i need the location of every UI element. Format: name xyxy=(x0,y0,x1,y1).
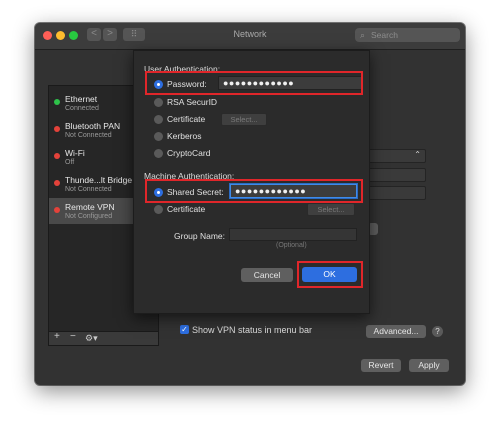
cancel-button[interactable]: Cancel xyxy=(241,268,293,282)
server-address-field[interactable] xyxy=(368,168,426,182)
service-name: Thunde...lt Bridge xyxy=(65,175,133,185)
service-status: Not Connected xyxy=(65,132,112,139)
rsa-securid-radio[interactable] xyxy=(154,98,163,107)
help-icon[interactable]: ? xyxy=(432,326,443,337)
optional-hint: (Optional) xyxy=(276,242,307,249)
status-dot-icon xyxy=(54,153,60,159)
kerberos-label: Kerberos xyxy=(167,131,202,141)
status-dot-icon xyxy=(54,126,60,132)
ok-highlight-box xyxy=(297,261,363,288)
title-bar: < > ⠿ Network ⌕ Search xyxy=(35,23,465,50)
certificate-radio[interactable] xyxy=(154,115,163,124)
search-placeholder: Search xyxy=(371,30,398,40)
service-name: Remote VPN xyxy=(65,202,115,212)
cryptocard-radio[interactable] xyxy=(154,149,163,158)
service-status: Not Configured xyxy=(65,213,113,220)
service-status: Connected xyxy=(65,105,99,112)
show-vpn-status-checkbox[interactable]: ✓ xyxy=(180,325,189,334)
authentication-settings-sheet: User Authentication: Password: ●●●●●●●●●… xyxy=(133,50,370,314)
certificate-label: Certificate xyxy=(167,114,206,124)
remove-service-button[interactable]: − xyxy=(70,331,76,342)
status-dot-icon xyxy=(54,180,60,186)
account-name-field[interactable] xyxy=(368,186,426,200)
advanced-button[interactable]: Advanced... xyxy=(366,325,426,338)
config-popup[interactable]: ⌃ xyxy=(368,149,426,163)
certificate-select-button[interactable]: Select... xyxy=(221,113,267,126)
apply-button[interactable]: Apply xyxy=(409,359,449,372)
show-vpn-status-label: Show VPN status in menu bar xyxy=(192,325,313,335)
network-preferences-window: < > ⠿ Network ⌕ Search Ethernet Connecte… xyxy=(35,23,465,385)
add-service-button[interactable]: + xyxy=(54,331,60,342)
status-dot-icon xyxy=(54,207,60,213)
kerberos-radio[interactable] xyxy=(154,132,163,141)
machine-certificate-select-button[interactable]: Select... xyxy=(307,203,355,216)
service-name: Wi-Fi xyxy=(65,148,85,158)
rsa-securid-label: RSA SecurID xyxy=(167,97,218,107)
shared-secret-highlight-box xyxy=(145,179,363,203)
machine-certificate-label: Certificate xyxy=(167,204,206,214)
search-icon: ⌕ xyxy=(360,30,366,40)
password-highlight-box xyxy=(145,71,363,95)
revert-button[interactable]: Revert xyxy=(361,359,401,372)
search-input[interactable]: ⌕ Search xyxy=(355,28,460,42)
service-status: Off xyxy=(65,159,75,166)
machine-certificate-radio[interactable] xyxy=(154,205,163,214)
chevron-updown-icon: ⌃ xyxy=(414,150,421,159)
group-name-label: Group Name: xyxy=(174,231,226,241)
service-name: Ethernet xyxy=(65,94,98,104)
gear-menu-icon[interactable]: ⚙▾ xyxy=(85,333,98,344)
service-list-toolbar: + − ⚙▾ xyxy=(48,331,159,346)
group-name-field[interactable] xyxy=(229,228,357,241)
status-dot-icon xyxy=(54,99,60,105)
service-name: Bluetooth PAN xyxy=(65,121,121,131)
service-status: Not Connected xyxy=(65,186,112,193)
cryptocard-label: CryptoCard xyxy=(167,148,211,158)
